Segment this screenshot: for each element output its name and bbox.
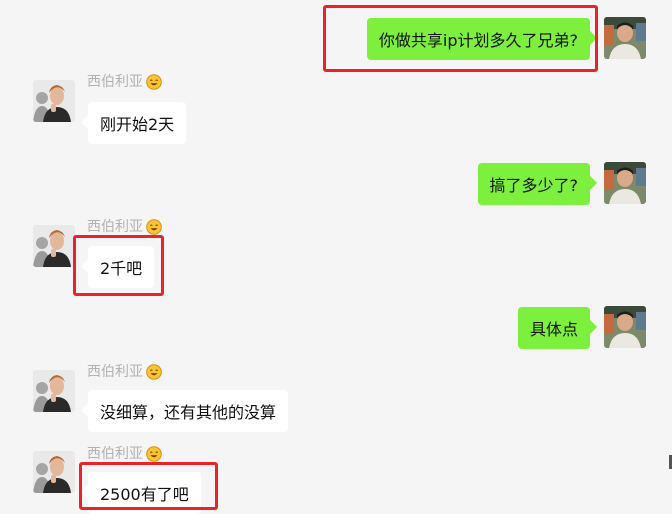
smiling-face-emoji-icon <box>146 219 162 235</box>
outgoing-message-bubble[interactable]: 你做共享ip计划多久了兄弟? <box>366 18 590 60</box>
self-avatar[interactable] <box>604 306 646 348</box>
contact-name: 西伯利亚 <box>87 74 162 90</box>
contact-name: 西伯利亚 <box>87 219 162 235</box>
contact-avatar[interactable] <box>33 80 75 122</box>
message-text: 你做共享ip计划多久了兄弟? <box>378 31 578 50</box>
incoming-message-bubble[interactable]: 刚开始2天 <box>88 102 187 144</box>
incoming-message-bubble[interactable]: 2千吧 <box>88 246 155 288</box>
contact-name: 西伯利亚 <box>87 364 162 380</box>
smiling-face-emoji-icon <box>146 74 162 90</box>
message-text: 搞了多少了? <box>489 176 579 195</box>
outgoing-message-bubble[interactable]: 具体点 <box>517 307 590 349</box>
contact-name-text: 西伯利亚 <box>87 446 143 462</box>
contact-avatar[interactable] <box>33 451 75 493</box>
self-avatar[interactable] <box>604 17 646 59</box>
message-text: 具体点 <box>529 320 578 339</box>
smiling-face-emoji-icon <box>146 364 162 380</box>
smiling-face-emoji-icon <box>146 446 162 462</box>
contact-name-text: 西伯利亚 <box>87 74 143 90</box>
contact-name-text: 西伯利亚 <box>87 219 143 235</box>
incoming-message-bubble[interactable]: 2500有了吧 <box>88 472 201 514</box>
contact-avatar[interactable] <box>33 370 75 412</box>
self-avatar[interactable] <box>604 162 646 204</box>
message-text: 2千吧 <box>100 259 143 278</box>
outgoing-message-bubble[interactable]: 搞了多少了? <box>477 163 590 205</box>
message-text: 刚开始2天 <box>100 115 175 134</box>
message-text: 2500有了吧 <box>100 485 189 504</box>
message-text: 没细算，还有其他的没算 <box>100 403 277 422</box>
incoming-message-bubble[interactable]: 没细算，还有其他的没算 <box>88 390 289 432</box>
contact-name: 西伯利亚 <box>87 446 162 462</box>
contact-avatar[interactable] <box>33 225 75 267</box>
contact-name-text: 西伯利亚 <box>87 364 143 380</box>
